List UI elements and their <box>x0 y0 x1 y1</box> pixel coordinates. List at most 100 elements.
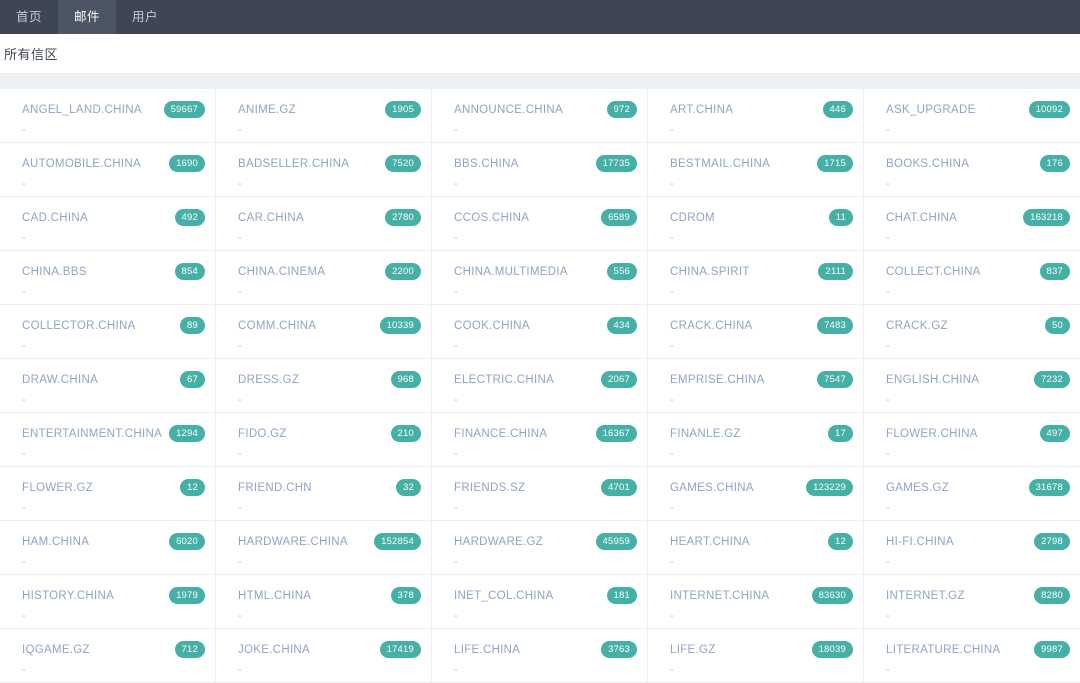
nav-item-2[interactable]: 用户 <box>116 0 174 34</box>
board-link[interactable]: ANGEL_LAND.CHINA <box>22 104 142 116</box>
board-cell[interactable]: CHAT.CHINA 163218 - <box>864 197 1080 250</box>
board-cell[interactable]: INTERNET.GZ 8280 - <box>864 575 1080 628</box>
board-cell[interactable]: AUTOMOBILE.CHINA 1690 - <box>0 143 216 196</box>
board-link[interactable]: ANIME.GZ <box>238 104 296 116</box>
board-cell[interactable]: HEART.CHINA 12- <box>648 521 864 574</box>
board-cell[interactable]: ENGLISH.CHINA 7232 - <box>864 359 1080 412</box>
board-cell[interactable]: COLLECTOR.CHINA 89 - <box>0 305 216 358</box>
board-link[interactable]: CAR.CHINA <box>238 212 304 224</box>
board-link[interactable]: CRACK.CHINA <box>670 320 753 332</box>
board-cell[interactable]: FRIEND.CHN 32 - <box>216 467 432 520</box>
board-cell[interactable]: COMM.CHINA 10339 - <box>216 305 432 358</box>
board-cell[interactable]: FINANLE.GZ 17 - <box>648 413 864 466</box>
board-link[interactable]: LIFE.CHINA <box>454 644 520 656</box>
board-cell[interactable]: ANGEL_LAND.CHINA 59667 - <box>0 89 216 142</box>
board-cell[interactable]: CCOS.CHINA 6589 - <box>432 197 648 250</box>
board-link[interactable]: INTERNET.GZ <box>886 590 965 602</box>
board-link[interactable]: JOKE.CHINA <box>238 644 310 656</box>
board-cell[interactable]: INTERNET.CHINA 83630 - <box>648 575 864 628</box>
board-cell[interactable]: HISTORY.CHINA 1979 - <box>0 575 216 628</box>
board-cell[interactable]: LITERATURE.CHINA 9987 - <box>864 629 1080 682</box>
board-link[interactable]: CAD.CHINA <box>22 212 88 224</box>
nav-item-1[interactable]: 邮件 <box>58 0 117 34</box>
board-link[interactable]: DRAW.CHINA <box>22 374 98 386</box>
board-link[interactable]: FLOWER.GZ <box>22 482 93 494</box>
board-link[interactable]: COLLECT.CHINA <box>886 266 981 278</box>
board-cell[interactable]: CRACK.CHINA 7483 - <box>648 305 864 358</box>
board-cell[interactable]: IQGAME.GZ 712 - <box>0 629 216 682</box>
board-link[interactable]: ELECTRIC.CHINA <box>454 374 554 386</box>
board-link[interactable]: FINANCE.CHINA <box>454 428 547 440</box>
board-cell[interactable]: ART.CHINA 446 - <box>648 89 864 142</box>
board-cell[interactable]: CHINA.CINEMA 2200 - <box>216 251 432 304</box>
board-cell[interactable]: HI-FI.CHINA 2798- <box>864 521 1080 574</box>
board-cell[interactable]: COOK.CHINA 434 - <box>432 305 648 358</box>
board-link[interactable]: HISTORY.CHINA <box>22 590 114 602</box>
board-link[interactable]: COLLECTOR.CHINA <box>22 320 136 332</box>
board-link[interactable]: GAMES.CHINA <box>670 482 754 494</box>
board-cell[interactable]: HARDWARE.GZ 45959- <box>432 521 648 574</box>
board-cell[interactable]: ELECTRIC.CHINA 2067 - <box>432 359 648 412</box>
board-link[interactable]: INTERNET.CHINA <box>670 590 769 602</box>
board-link[interactable]: ANNOUNCE.CHINA <box>454 104 563 116</box>
board-link[interactable]: ART.CHINA <box>670 104 733 116</box>
board-cell[interactable]: CRACK.GZ 50 - <box>864 305 1080 358</box>
board-link[interactable]: HEART.CHINA <box>670 536 750 548</box>
board-cell[interactable]: FLOWER.CHINA 497 - <box>864 413 1080 466</box>
board-link[interactable]: HTML.CHINA <box>238 590 311 602</box>
board-cell[interactable]: CAD.CHINA 492 - <box>0 197 216 250</box>
board-cell[interactable]: EMPRISE.CHINA 7547 - <box>648 359 864 412</box>
board-cell[interactable]: CHINA.BBS 854 - <box>0 251 216 304</box>
board-cell[interactable]: BBS.CHINA 17735 - <box>432 143 648 196</box>
board-cell[interactable]: ASK_UPGRADE 10092 - <box>864 89 1080 142</box>
nav-item-0[interactable]: 首页 <box>0 0 58 34</box>
board-link[interactable]: COOK.CHINA <box>454 320 530 332</box>
board-link[interactable]: FRIENDS.SZ <box>454 482 525 494</box>
board-link[interactable]: GAMES.GZ <box>886 482 949 494</box>
board-link[interactable]: LIFE.GZ <box>670 644 716 656</box>
board-cell[interactable]: INET_COL.CHINA 181 - <box>432 575 648 628</box>
board-link[interactable]: CRACK.GZ <box>886 320 948 332</box>
board-link[interactable]: IQGAME.GZ <box>22 644 90 656</box>
board-link[interactable]: CHAT.CHINA <box>886 212 957 224</box>
board-cell[interactable]: COLLECT.CHINA 837 - <box>864 251 1080 304</box>
board-cell[interactable]: GAMES.CHINA 123229 - <box>648 467 864 520</box>
board-link[interactable]: FIDO.GZ <box>238 428 287 440</box>
board-link[interactable]: HAM.CHINA <box>22 536 89 548</box>
board-cell[interactable]: BADSELLER.CHINA 7520 - <box>216 143 432 196</box>
board-cell[interactable]: LIFE.CHINA 3763 - <box>432 629 648 682</box>
board-link[interactable]: COMM.CHINA <box>238 320 316 332</box>
board-link[interactable]: EMPRISE.CHINA <box>670 374 765 386</box>
board-link[interactable]: BBS.CHINA <box>454 158 519 170</box>
board-cell[interactable]: JOKE.CHINA 17419 - <box>216 629 432 682</box>
board-cell[interactable]: FLOWER.GZ 12 - <box>0 467 216 520</box>
board-cell[interactable]: GAMES.GZ 31678 - <box>864 467 1080 520</box>
board-link[interactable]: DRESS.GZ <box>238 374 299 386</box>
board-link[interactable]: HI-FI.CHINA <box>886 536 954 548</box>
board-link[interactable]: ENGLISH.CHINA <box>886 374 979 386</box>
board-cell[interactable]: BESTMAIL.CHINA 1715 - <box>648 143 864 196</box>
board-link[interactable]: LITERATURE.CHINA <box>886 644 1001 656</box>
board-cell[interactable]: FIDO.GZ 210 - <box>216 413 432 466</box>
board-link[interactable]: CHINA.MULTIMEDIA <box>454 266 568 278</box>
board-cell[interactable]: CAR.CHINA 2780 - <box>216 197 432 250</box>
board-cell[interactable]: HTML.CHINA 378 - <box>216 575 432 628</box>
board-link[interactable]: BADSELLER.CHINA <box>238 158 349 170</box>
board-link[interactable]: INET_COL.CHINA <box>454 590 553 602</box>
board-link[interactable]: BOOKS.CHINA <box>886 158 969 170</box>
board-cell[interactable]: ENTERTAINMENT.CHINA 1294 - <box>0 413 216 466</box>
board-link[interactable]: AUTOMOBILE.CHINA <box>22 158 141 170</box>
board-cell[interactable]: DRAW.CHINA 67 - <box>0 359 216 412</box>
board-cell[interactable]: HAM.CHINA 6020- <box>0 521 216 574</box>
board-cell[interactable]: ANNOUNCE.CHINA 972 - <box>432 89 648 142</box>
board-link[interactable]: FLOWER.CHINA <box>886 428 978 440</box>
board-link[interactable]: CDROM <box>670 212 715 224</box>
board-link[interactable]: FRIEND.CHN <box>238 482 312 494</box>
board-link[interactable]: ASK_UPGRADE <box>886 104 976 116</box>
board-link[interactable]: HARDWARE.GZ <box>454 536 543 548</box>
board-cell[interactable]: DRESS.GZ 968 - <box>216 359 432 412</box>
board-cell[interactable]: ANIME.GZ 1905 - <box>216 89 432 142</box>
board-cell[interactable]: CDROM 11 - <box>648 197 864 250</box>
board-link[interactable]: HARDWARE.CHINA <box>238 536 348 548</box>
board-cell[interactable]: CHINA.MULTIMEDIA 556 - <box>432 251 648 304</box>
